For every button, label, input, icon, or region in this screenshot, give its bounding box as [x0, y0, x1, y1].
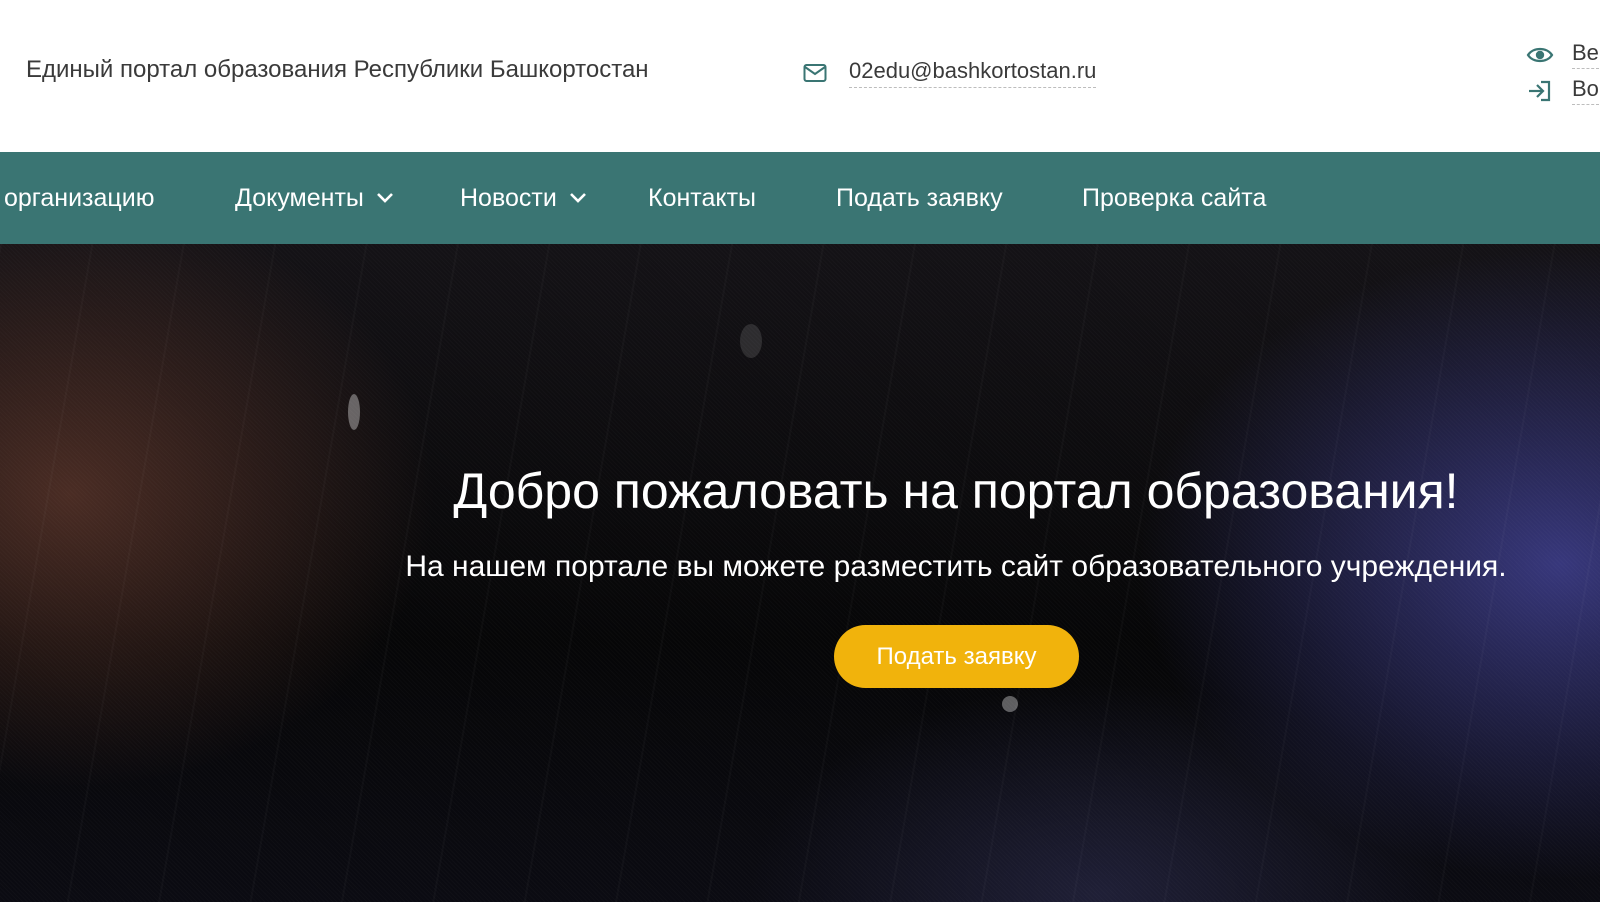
nav-item-label: Проверка сайта: [1082, 183, 1267, 212]
nav-item-label: Контакты: [648, 183, 756, 212]
hero-light-spot: [1002, 696, 1018, 712]
hero-light-spot: [740, 324, 762, 358]
nav-item-news[interactable]: Новости: [460, 152, 587, 244]
hero-subtitle: На нашем портале вы можете разместить са…: [405, 550, 1507, 583]
nav-item-label: Документы: [235, 183, 364, 212]
hero-light-spot: [348, 394, 360, 430]
nav-item-organization[interactable]: организацию: [4, 152, 154, 244]
contact-email[interactable]: 02edu@bashkortostan.ru: [803, 58, 1097, 88]
nav-item-documents[interactable]: Документы: [235, 152, 394, 244]
login-link[interactable]: Во: [1526, 76, 1599, 105]
apply-button[interactable]: Подать заявку: [834, 625, 1079, 688]
login-label[interactable]: Во: [1572, 76, 1599, 105]
hero-title: Добро пожаловать на портал образования!: [453, 463, 1459, 519]
nav-item-label: Новости: [460, 183, 557, 212]
nav-item-contacts[interactable]: Контакты: [648, 152, 756, 244]
nav-item-site-check[interactable]: Проверка сайта: [1082, 152, 1266, 244]
email-link[interactable]: 02edu@bashkortostan.ru: [849, 58, 1097, 88]
visually-impaired-link[interactable]: Ве: [1526, 40, 1599, 69]
chevron-down-icon: [376, 193, 393, 203]
eye-icon: [1526, 47, 1554, 62]
top-header: Единый портал образования Республики Баш…: [0, 0, 1600, 152]
sign-in-icon: [1529, 80, 1551, 101]
nav-item-apply[interactable]: Подать заявку: [836, 152, 1003, 244]
hero-banner: Добро пожаловать на портал образования! …: [0, 244, 1600, 905]
nav-item-label: организацию: [4, 183, 155, 212]
nav-item-label: Подать заявку: [836, 183, 1003, 212]
chevron-down-icon: [569, 193, 586, 203]
envelope-icon: [803, 64, 827, 82]
main-nav: организацию Документы Новости Контакты П…: [0, 152, 1600, 244]
visually-impaired-label[interactable]: Ве: [1572, 40, 1599, 69]
site-title[interactable]: Единый портал образования Республики Баш…: [26, 56, 649, 84]
